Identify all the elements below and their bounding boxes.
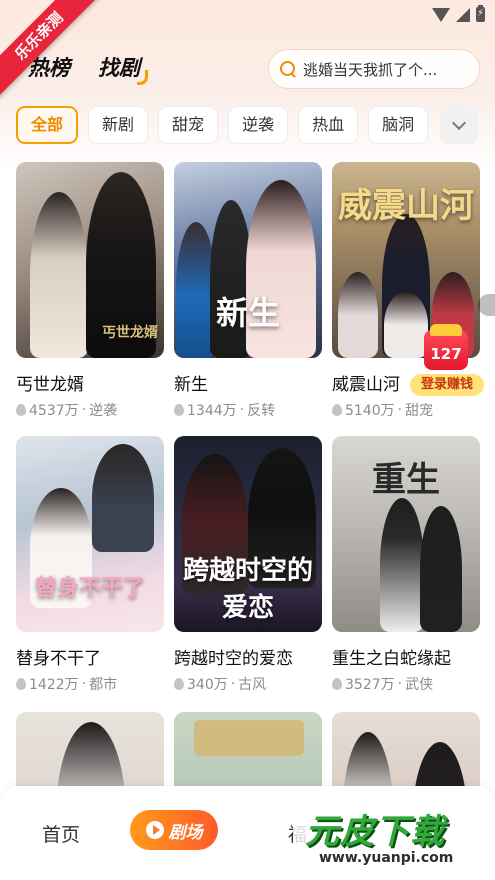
nav-theater-label: 剧场 xyxy=(168,822,203,843)
meta-dot: · xyxy=(397,676,403,692)
drama-card[interactable]: 替身不干了 替身不干了 1422万 · 都市 xyxy=(16,436,164,694)
meta-dot: · xyxy=(239,402,245,418)
genre-tag: 甜宠 xyxy=(405,403,434,419)
drama-meta: 1422万 · 都市 xyxy=(16,674,164,694)
search-input[interactable]: 逃婚当天我抓了个... xyxy=(303,59,437,80)
play-icon xyxy=(145,821,164,839)
drama-poster[interactable]: 重生 xyxy=(332,436,480,632)
expand-categories-button[interactable] xyxy=(440,106,478,144)
genre-tag: 逆袭 xyxy=(89,403,118,419)
drama-card[interactable]: 丐世龙婿 丐世龙婿 4537万 · 逆袭 xyxy=(16,162,164,420)
drama-poster[interactable]: 丐世龙婿 xyxy=(16,162,164,358)
meta-dot: · xyxy=(230,676,236,692)
flame-icon xyxy=(16,404,26,416)
drama-meta: 340万 · 古风 xyxy=(174,674,322,694)
poster-title: 丐世龙婿 xyxy=(102,325,158,341)
drama-card[interactable]: 跨越时空的爱恋 跨越时空的爱恋 340万 · 古风 xyxy=(174,436,322,694)
promo-label: 登录赚钱 xyxy=(410,374,484,396)
drama-poster[interactable]: 新生 xyxy=(174,162,322,358)
nav-theater[interactable]: 剧场 xyxy=(130,810,218,850)
flame-icon xyxy=(332,678,342,690)
drama-meta: 1344万 · 反转 xyxy=(174,400,322,420)
drama-card[interactable]: 重生 重生之白蛇缘起 3527万 · 武侠 xyxy=(332,436,480,694)
category-chip-counterattack[interactable]: 逆袭 xyxy=(228,106,289,144)
view-count: 1422万 xyxy=(29,677,79,693)
genre-tag: 都市 xyxy=(89,677,118,693)
category-chip-all[interactable]: 全部 xyxy=(16,106,79,144)
meta-dot: · xyxy=(397,402,403,418)
drama-card[interactable]: 新生 新生 1344万 · 反转 xyxy=(174,162,322,420)
side-scroll-handle[interactable] xyxy=(478,294,495,316)
poster-title: 跨越时空的爱恋 xyxy=(182,556,313,623)
flame-icon xyxy=(174,404,184,416)
view-count: 1344万 xyxy=(187,403,237,419)
red-envelope-icon: 127 xyxy=(424,324,468,370)
view-count: 340万 xyxy=(187,677,228,693)
view-count: 5140万 xyxy=(345,403,395,419)
tab-find-drama[interactable]: 找剧 xyxy=(98,52,148,85)
drama-title: 重生之白蛇缘起 xyxy=(332,649,451,669)
poster-title: 替身不干了 xyxy=(34,575,145,601)
flame-icon xyxy=(16,678,26,690)
search-icon xyxy=(279,60,297,78)
poster-title: 新生 xyxy=(215,294,280,332)
genre-tag: 反转 xyxy=(247,403,276,419)
watermark-url: www.yuanpi.com xyxy=(319,850,454,866)
category-chip-passion[interactable]: 热血 xyxy=(298,106,359,144)
category-chip-new[interactable]: 新剧 xyxy=(88,106,149,144)
meta-dot: · xyxy=(81,402,87,418)
flame-icon xyxy=(174,678,184,690)
nav-home[interactable]: 首页 xyxy=(42,820,80,847)
drama-title: 丐世龙婿 xyxy=(16,375,84,395)
header-tabs: 热榜 找剧 xyxy=(28,52,148,85)
drama-title: 跨越时空的爱恋 xyxy=(174,649,293,669)
meta-dot: · xyxy=(81,676,87,692)
poster-title: 威震山河 xyxy=(338,186,474,226)
drama-meta: 4537万 · 逆袭 xyxy=(16,400,164,420)
drama-title: 替身不干了 xyxy=(16,649,101,669)
drama-meta: 5140万 · 甜宠 xyxy=(332,400,480,420)
view-count: 4537万 xyxy=(29,403,79,419)
drama-title: 新生 xyxy=(174,375,208,395)
search-bar[interactable]: 逃婚当天我抓了个... xyxy=(268,49,480,89)
chevron-down-icon xyxy=(451,115,467,130)
category-chips: 全部 新剧 甜宠 逆袭 热血 脑洞 xyxy=(16,106,429,144)
drama-meta: 3527万 · 武侠 xyxy=(332,674,480,694)
poster-title: 重生 xyxy=(372,460,440,500)
drama-poster[interactable]: 替身不干了 xyxy=(16,436,164,632)
view-count: 3527万 xyxy=(345,677,395,693)
promo-badge[interactable]: 127 登录赚钱 xyxy=(410,324,484,400)
category-chip-sweet[interactable]: 甜宠 xyxy=(158,106,219,144)
flame-icon xyxy=(332,404,342,416)
watermark-logo: 元皮下载 xyxy=(305,812,445,852)
battery-icon: ⚡ xyxy=(476,5,485,22)
genre-tag: 武侠 xyxy=(405,677,434,693)
drama-poster[interactable]: 跨越时空的爱恋 xyxy=(174,436,322,632)
category-chip-brainhole[interactable]: 脑洞 xyxy=(368,106,429,144)
genre-tag: 古风 xyxy=(238,677,267,693)
signal-icon xyxy=(456,7,470,22)
wifi-icon xyxy=(432,7,450,22)
watermark: 元皮下载 www.yuanpi.com xyxy=(293,800,495,880)
